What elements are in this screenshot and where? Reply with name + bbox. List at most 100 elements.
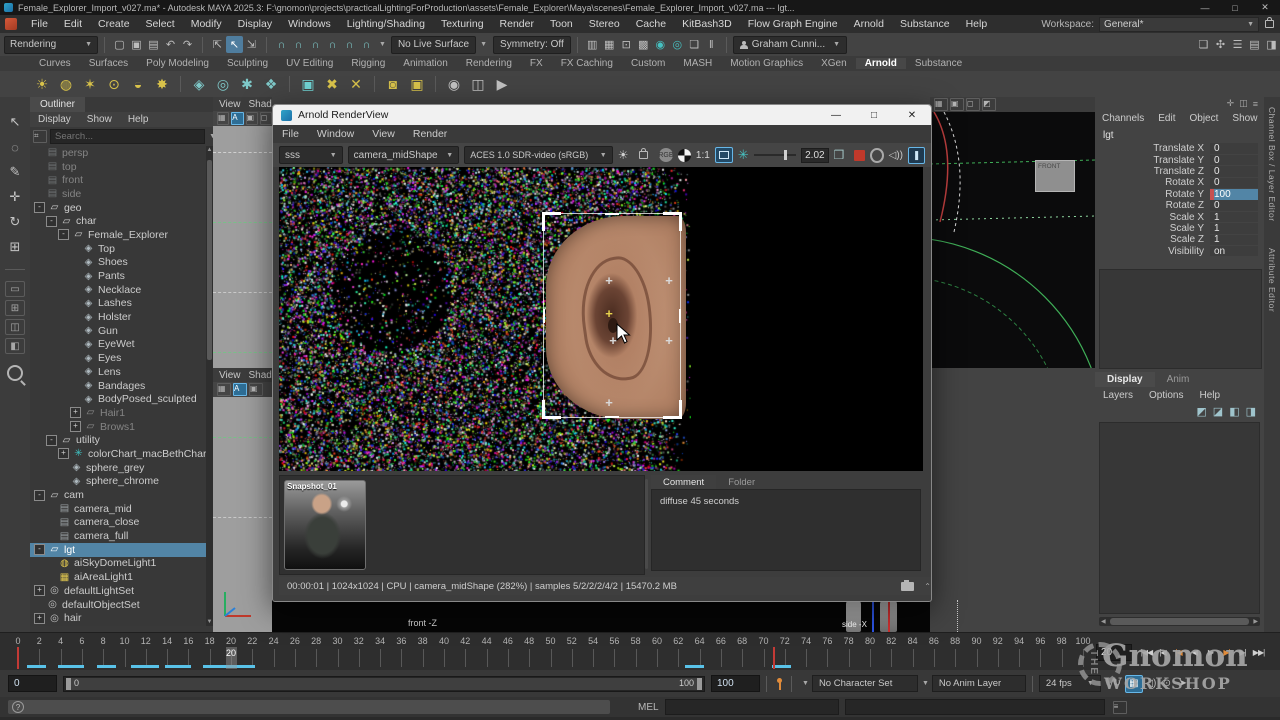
outliner-item-aiarealight1[interactable]: ▦aiAreaLight1 [30,570,206,584]
outliner-item-gun[interactable]: ◈Gun [30,324,206,338]
render-frame-icon[interactable]: ▥ [584,36,601,53]
channel-box-menu-edit[interactable]: Edit [1151,113,1182,124]
script-editor-icon[interactable]: ≡ [1113,701,1127,714]
dock-panel-icon[interactable]: ◫ [1239,98,1248,109]
outliner-item-pants[interactable]: ◈Pants [30,269,206,283]
menu-create[interactable]: Create [90,18,138,30]
viewport-grid-icon[interactable]: ▣ [246,112,258,125]
menu-select[interactable]: Select [138,18,183,30]
light-editor-icon[interactable]: ◉ [652,36,669,53]
render-image-area[interactable]: + + + + + + [279,167,923,471]
viewport-light-icon[interactable]: ◻ [260,112,272,125]
menu-render[interactable]: Render [492,18,542,30]
outliner-item-lgt[interactable]: -▱lgt [30,543,206,557]
shelf-tab-xgen[interactable]: XGen [812,58,856,69]
lookdev-view-icon[interactable]: ◎ [669,36,686,53]
outliner-item-colorchart-macbethchart1[interactable]: +✳colorChart_macBethChart1 [30,447,206,461]
sidebar-tab-channel-box-layer-editor[interactable]: Channel Box / Layer Editor [1267,107,1277,222]
live-surface-field[interactable]: No Live Surface [391,36,476,54]
render-settings-icon[interactable]: ⊡ [618,36,635,53]
new-layer-from-selected-icon[interactable]: ◨ [1246,405,1256,418]
viewport-snap-icon[interactable]: ▦ [217,112,229,125]
step-forward-frame-button[interactable]: ▶| [1235,644,1250,660]
maximize-button[interactable]: □ [855,110,893,121]
menu-texturing[interactable]: Texturing [433,18,492,30]
collapse-icon[interactable]: - [46,435,57,446]
two-pane-layout-icon[interactable]: ◫ [5,319,25,335]
time-settings-icon[interactable]: ⊙ [1159,676,1175,692]
user-account-button[interactable]: Graham Cunni... ▼ [733,36,847,54]
mel-label[interactable]: MEL [638,702,659,713]
shelf-tab-animation[interactable]: Animation [394,58,456,69]
channel-value[interactable]: 1 [1210,212,1258,223]
outliner-item-defaultobjectset[interactable]: ◎defaultObjectSet [30,598,206,612]
region-render-icon[interactable] [715,147,733,163]
current-frame-field[interactable]: 20 [1096,644,1132,661]
move-layer-down-icon[interactable]: ◪ [1213,405,1223,418]
command-input[interactable] [665,699,839,715]
shelf-tab-uv-editing[interactable]: UV Editing [277,58,342,69]
chevron-down-icon[interactable]: ▼ [802,680,809,687]
outliner-item-persp[interactable]: ▤persp [30,146,206,160]
menu-set-selector[interactable]: Rendering ▼ [4,36,98,54]
gpu-cache-icon[interactable]: ◎ [212,73,234,95]
outliner-item-sphere-chrome[interactable]: ◈sphere_chrome [30,475,206,489]
save-scene-icon[interactable]: ▤ [145,36,162,53]
snap-curve-icon[interactable]: ∩ [290,36,307,53]
flush-cache-icon[interactable]: ▣ [406,73,428,95]
new-empty-layer-icon[interactable]: ◧ [1229,405,1239,418]
volume-icon[interactable]: ❖ [260,73,282,95]
render-view-icon[interactable]: ◫ [467,73,489,95]
bake-selected-icon[interactable]: ◙ [382,73,404,95]
expand-icon[interactable]: + [70,421,81,432]
select-component-icon[interactable]: ⇲ [243,36,260,53]
region-handle-icon[interactable]: + [664,336,674,346]
outliner-item-char[interactable]: -▱char [30,214,206,228]
channel-box-object-name[interactable]: lgt [1095,126,1264,143]
display-settings-icon[interactable]: ☀ [618,148,629,162]
channel-value[interactable]: 1 [1210,235,1258,246]
menu-arnold[interactable]: Arnold [846,18,892,30]
playhead-marker[interactable] [17,647,19,669]
menu-windows[interactable]: Windows [280,18,339,30]
shelf-tab-motion-graphics[interactable]: Motion Graphics [721,58,812,69]
aov-panel-icon[interactable]: ❚ [908,147,925,164]
camera-selector[interactable]: camera_midShape ▼ [348,146,460,164]
snapshot-list[interactable]: Snapshot_01 [279,475,645,575]
shelf-tab-poly-modeling[interactable]: Poly Modeling [137,58,218,69]
channel-value[interactable]: 1 [1210,223,1258,234]
viewport-grid-icon[interactable]: ▣ [249,383,263,396]
outliner-menu-help[interactable]: Help [120,114,157,125]
outliner-item-eyes[interactable]: ◈Eyes [30,351,206,365]
tab-anim[interactable]: Anim [1155,372,1202,387]
collapse-icon[interactable]: - [34,202,45,213]
snapshot-splitter[interactable] [645,479,648,569]
zoom-ratio[interactable]: 1:1 [696,150,710,161]
time-slider-track[interactable]: 0246810121416182022242628303234363840424… [8,635,1090,669]
scale-tool-icon[interactable]: ⊞ [4,236,26,258]
menu-cache[interactable]: Cache [628,18,674,30]
render-flags-icon[interactable]: ❏ [686,36,703,53]
channel-box-icon[interactable]: ◨ [1263,36,1280,53]
outliner-item-lens[interactable]: ◈Lens [30,365,206,379]
channel-value[interactable]: 0 [1210,178,1258,189]
region-handle-icon[interactable]: + [664,276,674,286]
menu-modify[interactable]: Modify [183,18,230,30]
close-button[interactable]: ✕ [1250,2,1280,13]
comment-text[interactable]: diffuse 45 seconds [651,489,921,571]
speaker-icon[interactable]: ◁)) [889,150,903,161]
outliner-scrollbar[interactable]: ▲ ▼ [206,146,213,626]
menu-flow-graph-engine[interactable]: Flow Graph Engine [740,18,846,30]
viewport-menu-view[interactable]: View [219,99,241,110]
select-object-icon[interactable]: ↖ [226,36,243,53]
viewport-icon[interactable]: ◩ [982,98,996,111]
layer-menu-layers[interactable]: Layers [1095,390,1141,401]
outliner-item-side[interactable]: ▤side [30,187,206,201]
shelf-tab-curves[interactable]: Curves [30,58,80,69]
arnold-menu-render[interactable]: Render [404,128,456,140]
close-button[interactable]: ✕ [893,110,931,121]
viewport-menu-shading[interactable]: Shadin [249,99,273,110]
layer-scrollbar[interactable]: ◀ ▶ [1099,617,1260,626]
tab-folder[interactable]: Folder [716,475,767,489]
outliner-panel-tab[interactable]: Outliner [30,97,85,112]
